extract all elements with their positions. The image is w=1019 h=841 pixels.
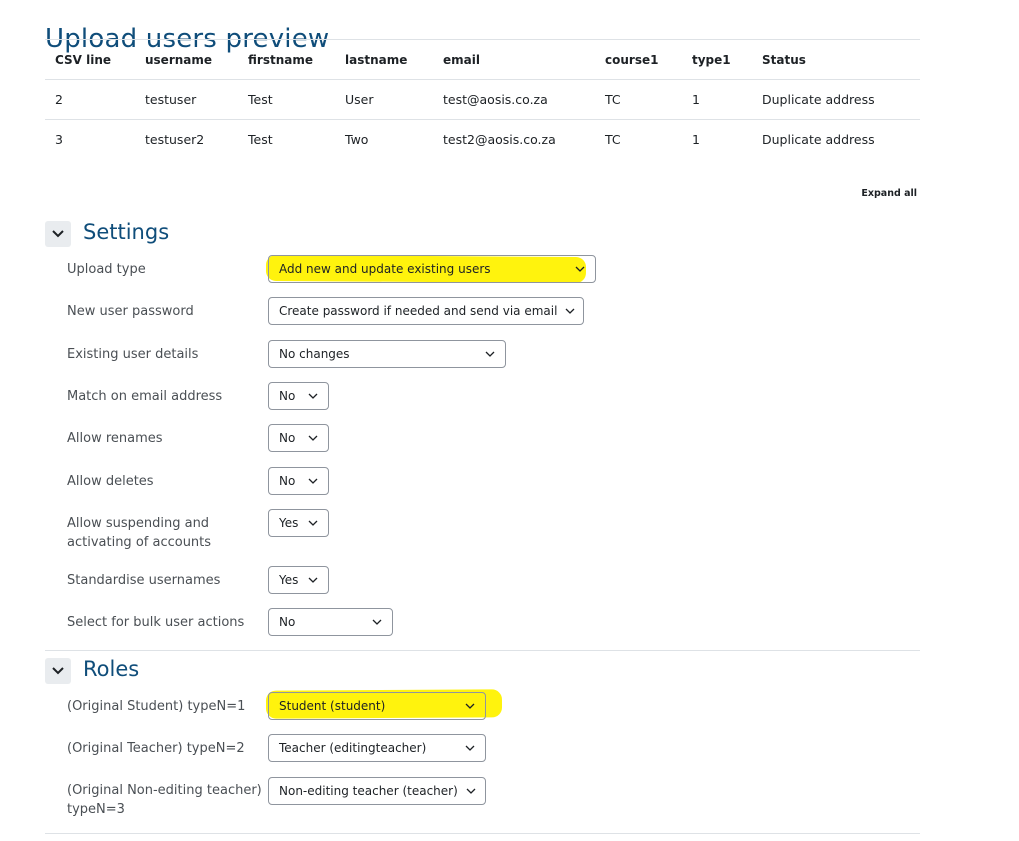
chevron-down-icon bbox=[308, 577, 318, 583]
column-header: CSV line bbox=[45, 39, 135, 80]
select-value: Add new and update existing users bbox=[279, 262, 491, 276]
table-row: 2 testuser Test User test@aosis.co.za TC… bbox=[45, 79, 920, 120]
chevron-down-icon bbox=[575, 266, 585, 272]
section-divider bbox=[45, 650, 920, 651]
field-label: Allow deletes bbox=[67, 474, 154, 489]
chevron-down-icon bbox=[308, 393, 318, 399]
field-label: Select for bulk user actions bbox=[67, 615, 245, 630]
chevron-down-icon bbox=[308, 520, 318, 526]
select-value: No changes bbox=[279, 347, 350, 361]
chevron-down-icon bbox=[52, 667, 64, 675]
non-editing-teacher-role-select[interactable]: Non-editing teacher (teacher) bbox=[268, 777, 486, 805]
field-label: Standardise usernames bbox=[67, 573, 221, 588]
field-label: Upload type bbox=[67, 262, 146, 277]
field-label: Allow suspending and activating of accou… bbox=[67, 516, 212, 550]
settings-section-title: Settings bbox=[83, 220, 170, 244]
section-divider bbox=[45, 833, 920, 834]
chevron-down-icon bbox=[308, 478, 318, 484]
table-cell: User bbox=[335, 79, 433, 120]
chevron-down-icon bbox=[565, 308, 575, 314]
table-cell: Test bbox=[238, 119, 335, 159]
table-cell: Duplicate address bbox=[752, 119, 920, 159]
table-cell: 1 bbox=[682, 79, 752, 120]
field-label: Existing user details bbox=[67, 347, 199, 362]
allow-renames-select[interactable]: No bbox=[268, 424, 329, 452]
roles-collapse-toggle[interactable] bbox=[45, 658, 71, 684]
student-role-select[interactable]: Student (student) bbox=[268, 692, 486, 720]
expand-all-link[interactable]: Expand all bbox=[861, 188, 917, 199]
table-cell: Two bbox=[335, 119, 433, 159]
match-email-select[interactable]: No bbox=[268, 382, 329, 410]
table-cell: testuser bbox=[135, 79, 238, 120]
field-label: (Original Student) typeN=1 bbox=[67, 699, 246, 714]
table-cell: Test bbox=[238, 79, 335, 120]
chevron-down-icon bbox=[372, 619, 382, 625]
chevron-down-icon bbox=[466, 788, 476, 794]
teacher-role-select[interactable]: Teacher (editingteacher) bbox=[268, 734, 486, 762]
table-cell: 3 bbox=[45, 119, 135, 159]
roles-section-title: Roles bbox=[83, 657, 140, 681]
field-label: Allow renames bbox=[67, 431, 163, 446]
table-cell: 2 bbox=[45, 79, 135, 120]
table-header-row: CSV line username firstname lastname ema… bbox=[45, 39, 920, 80]
select-value: No bbox=[279, 389, 296, 403]
select-value: Yes bbox=[279, 516, 299, 530]
column-header: lastname bbox=[335, 39, 433, 80]
bulk-user-actions-select[interactable]: No bbox=[268, 608, 393, 636]
select-value: Student (student) bbox=[279, 699, 386, 713]
select-value: No bbox=[279, 615, 296, 629]
select-value: No bbox=[279, 474, 296, 488]
upload-type-select[interactable]: Add new and update existing users bbox=[268, 255, 596, 283]
allow-deletes-select[interactable]: No bbox=[268, 467, 329, 495]
field-label: (Original Teacher) typeN=2 bbox=[67, 741, 245, 756]
allow-suspending-select[interactable]: Yes bbox=[268, 509, 329, 537]
select-value: Create password if needed and send via e… bbox=[279, 304, 558, 318]
preview-table: CSV line username firstname lastname ema… bbox=[45, 39, 920, 159]
column-header: email bbox=[433, 39, 595, 80]
table-cell: TC bbox=[595, 119, 682, 159]
column-header: firstname bbox=[238, 39, 335, 80]
table-cell: test@aosis.co.za bbox=[433, 79, 595, 120]
column-header: type1 bbox=[682, 39, 752, 80]
chevron-down-icon bbox=[465, 745, 475, 751]
new-user-password-select[interactable]: Create password if needed and send via e… bbox=[268, 297, 584, 325]
table-cell: testuser2 bbox=[135, 119, 238, 159]
field-label: Match on email address bbox=[67, 389, 223, 404]
select-value: No bbox=[279, 431, 296, 445]
chevron-down-icon bbox=[308, 435, 318, 441]
table-cell: 1 bbox=[682, 119, 752, 159]
field-label: (Original Non-editing teacher) typeN=3 bbox=[67, 783, 262, 817]
existing-user-details-select[interactable]: No changes bbox=[268, 340, 506, 368]
select-value: Non-editing teacher (teacher) bbox=[279, 784, 458, 798]
chevron-down-icon bbox=[485, 351, 495, 357]
table-row: 3 testuser2 Test Two test2@aosis.co.za T… bbox=[45, 119, 920, 159]
table-cell: Duplicate address bbox=[752, 79, 920, 120]
standardise-usernames-select[interactable]: Yes bbox=[268, 566, 329, 594]
chevron-down-icon bbox=[52, 230, 64, 238]
select-value: Yes bbox=[279, 573, 299, 587]
column-header: course1 bbox=[595, 39, 682, 80]
table-cell: TC bbox=[595, 79, 682, 120]
table-cell: test2@aosis.co.za bbox=[433, 119, 595, 159]
column-header: username bbox=[135, 39, 238, 80]
column-header: Status bbox=[752, 39, 920, 80]
field-label: New user password bbox=[67, 304, 194, 319]
select-value: Teacher (editingteacher) bbox=[279, 741, 427, 755]
chevron-down-icon bbox=[465, 703, 475, 709]
settings-collapse-toggle[interactable] bbox=[45, 221, 71, 247]
